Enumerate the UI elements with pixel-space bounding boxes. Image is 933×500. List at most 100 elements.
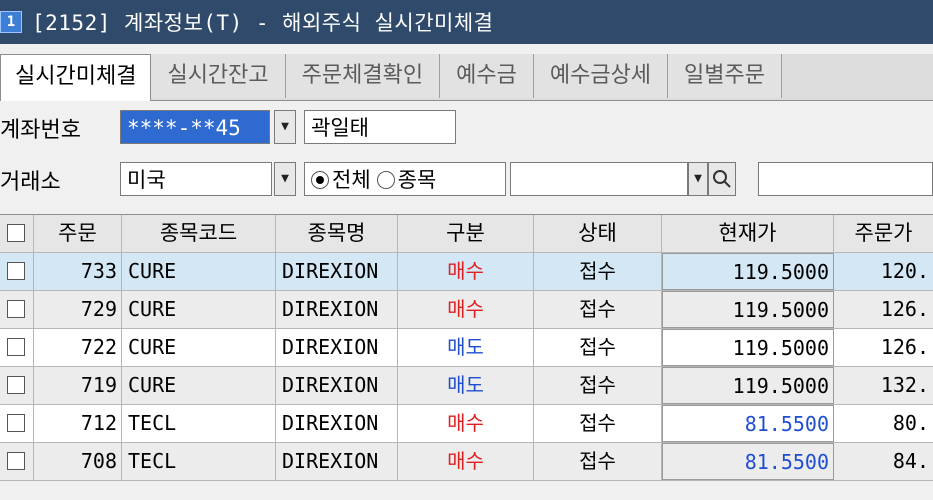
order-price: 120. [880,259,929,283]
order-status: 접수 [534,405,662,442]
radio-all-label: 전체 [332,168,371,192]
exchange-dropdown-button[interactable]: ▼ [274,162,296,196]
symbol-name: DIREXION [276,253,398,290]
header-select-all[interactable] [0,215,34,252]
exchange-select[interactable]: 미국 [120,162,272,196]
order-number: 729 [34,291,122,328]
tab-bar: 실시간미체결 실시간잔고 주문체결확인 예수금 예수금상세 일별주문 [0,54,933,101]
tab-realtime-balance[interactable]: 실시간잔고 [151,54,286,98]
tab-daily-order[interactable]: 일별주문 [668,54,783,98]
order-status: 접수 [534,253,662,290]
order-number: 712 [34,405,122,442]
table-row[interactable]: 733 CURE DIREXION 매수 접수 119.5000 120. [0,253,933,291]
table-row[interactable]: 719 CURE DIREXION 매도 접수 119.5000 132. [0,367,933,405]
table-row[interactable]: 722 CURE DIREXION 매도 접수 119.5000 126. [0,329,933,367]
tab-deposit-detail[interactable]: 예수금상세 [533,54,669,98]
checkbox-icon [7,452,25,470]
account-number-input[interactable]: ****-**45 [120,110,270,144]
current-price: 119.5000 [662,291,834,328]
symbol-code: CURE [122,253,276,290]
chevron-down-icon: ▼ [281,171,289,186]
order-side: 매수 [398,253,534,290]
order-price: 126. [880,335,929,359]
order-number: 722 [34,329,122,366]
symbol-code: CURE [122,367,276,404]
symbol-code: CURE [122,329,276,366]
account-owner-field: 곽일태 [304,110,456,144]
symbol-input[interactable] [510,162,688,196]
tab-realtime-unfilled[interactable]: 실시간미체결 [0,54,152,101]
filter-radio-group: 전체 종목 [304,162,506,196]
order-side: 매수 [398,443,534,480]
order-price: 126. [880,297,929,321]
symbol-name: DIREXION [276,405,398,442]
window-title: [2152] 계좌정보(T) - 해외주식 실시간미체결 [32,11,494,35]
header-order-price[interactable]: 주문가 [834,215,933,252]
checkbox-icon [7,224,25,242]
header-code[interactable]: 종목코드 [122,215,276,252]
tab-deposit[interactable]: 예수금 [440,54,534,98]
header-side[interactable]: 구분 [398,215,534,252]
search-icon [713,170,731,188]
table-row[interactable]: 712 TECL DIREXION 매수 접수 81.5500 80. [0,405,933,443]
checkbox-icon [7,338,25,356]
checkbox-icon [7,262,25,280]
account-dropdown-button[interactable]: ▼ [274,110,296,144]
symbol-name: DIREXION [276,291,398,328]
current-price: 81.5500 [662,405,834,442]
row-select[interactable] [0,253,34,290]
account-label: 계좌번호 [0,118,81,143]
order-status: 접수 [534,443,662,480]
symbol-search-button[interactable] [708,162,736,196]
checkbox-icon [7,376,25,394]
header-name[interactable]: 종목명 [276,215,398,252]
window-number-icon[interactable]: 1 [0,11,22,33]
symbol-code: TECL [122,405,276,442]
table-header: 주문 종목코드 종목명 구분 상태 현재가 주문가 [0,214,933,253]
table-row[interactable]: 708 TECL DIREXION 매수 접수 81.5500 84. [0,443,933,481]
current-price: 119.5000 [662,329,834,366]
exchange-label: 거래소 [0,170,61,195]
checkbox-icon [7,414,25,432]
radio-checked-icon [311,171,329,189]
symbol-name: DIREXION [276,367,398,404]
row-select[interactable] [0,443,34,480]
chevron-down-icon: ▼ [694,171,702,186]
symbol-name-field [758,162,933,196]
row-select[interactable] [0,367,34,404]
order-price: 132. [880,373,929,397]
header-current-price[interactable]: 현재가 [662,215,834,252]
order-side: 매도 [398,367,534,404]
order-side: 매도 [398,329,534,366]
order-status: 접수 [534,329,662,366]
row-select[interactable] [0,405,34,442]
unfilled-orders-table: 주문 종목코드 종목명 구분 상태 현재가 주문가 733 CURE DIREX… [0,214,933,481]
radio-item[interactable]: 종목 [376,163,437,195]
symbol-code: CURE [122,291,276,328]
order-price: 84. [892,449,929,473]
account-row: 계좌번호 ****-**45 ▼ 곽일태 [0,106,933,148]
exchange-row: 거래소 미국 ▼ 전체 종목 ▼ [0,158,933,200]
checkbox-icon [7,300,25,318]
order-status: 접수 [534,367,662,404]
order-side: 매수 [398,291,534,328]
row-select[interactable] [0,329,34,366]
radio-all[interactable]: 전체 [311,163,371,195]
order-price: 80. [892,411,929,435]
order-number: 708 [34,443,122,480]
tab-order-fill-check[interactable]: 주문체결확인 [285,54,441,98]
title-bar: 1 [2152] 계좌정보(T) - 해외주식 실시간미체결 [0,0,933,44]
order-status: 접수 [534,291,662,328]
radio-item-label: 종목 [397,168,437,192]
order-number: 733 [34,253,122,290]
row-select[interactable] [0,291,34,328]
symbol-code: TECL [122,443,276,480]
order-side: 매수 [398,405,534,442]
current-price: 119.5000 [662,253,834,290]
table-row[interactable]: 729 CURE DIREXION 매수 접수 119.5000 126. [0,291,933,329]
header-status[interactable]: 상태 [534,215,662,252]
symbol-dropdown-button[interactable]: ▼ [688,162,708,196]
order-number: 719 [34,367,122,404]
current-price: 81.5500 [662,443,834,480]
header-order[interactable]: 주문 [34,215,122,252]
